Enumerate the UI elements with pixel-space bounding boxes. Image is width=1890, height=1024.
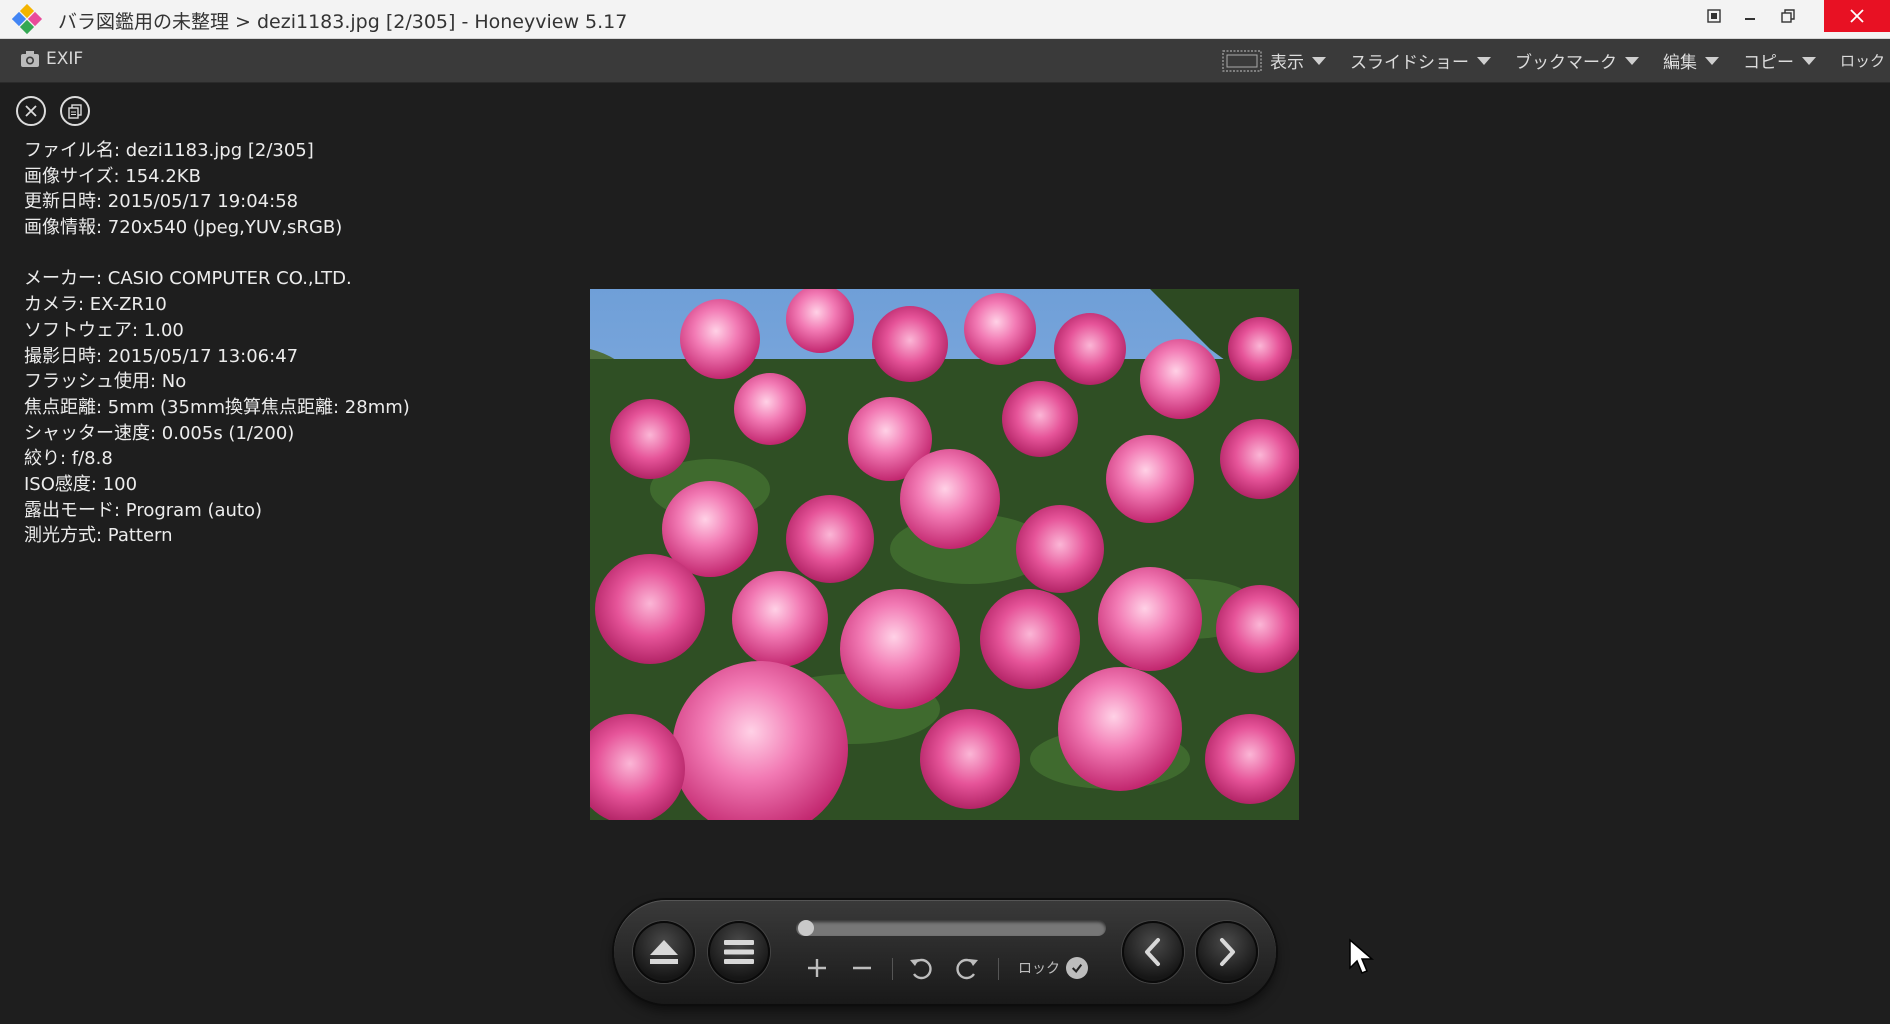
controller-lock-label: ロック bbox=[1018, 961, 1060, 977]
separator bbox=[892, 958, 893, 980]
menu-button[interactable] bbox=[708, 921, 770, 983]
exif-row-filesize: 画像サイズ: 154.2KB bbox=[24, 165, 201, 187]
exif-panel-actions bbox=[16, 96, 90, 126]
copy-exif-button[interactable] bbox=[60, 96, 90, 126]
honeyview-logo-icon bbox=[12, 4, 43, 35]
displayed-photo[interactable] bbox=[590, 289, 1299, 820]
exif-row-image-info: 画像情報: 720x540 (Jpeg,YUV,sRGB) bbox=[24, 217, 343, 239]
exif-row-camera: カメラ: EX-ZR10 bbox=[24, 294, 167, 316]
copy-icon bbox=[68, 104, 82, 119]
menu-edit-label: 編集 bbox=[1663, 53, 1697, 73]
close-window-button[interactable] bbox=[1824, 0, 1890, 32]
minimize-icon bbox=[1745, 18, 1755, 20]
rose-photo-image bbox=[590, 289, 1299, 820]
seek-handle[interactable] bbox=[798, 920, 814, 936]
exif-row-metering: 測光方式: Pattern bbox=[24, 525, 173, 547]
menu-slideshow[interactable]: スライドショー bbox=[1350, 48, 1491, 73]
exif-row-filename: ファイル名: dezi1183.jpg [2/305] bbox=[24, 140, 314, 161]
exif-row-exposure-mode: 露出モード: Program (auto) bbox=[24, 499, 263, 521]
chevron-down-icon bbox=[1312, 56, 1326, 65]
close-icon bbox=[25, 105, 37, 117]
check-icon bbox=[1066, 957, 1088, 979]
window-title: バラ図鑑用の未整理 > dezi1183.jpg [2/305] - Honey… bbox=[58, 11, 628, 33]
exif-row-shutter: シャッター速度: 0.005s (1/200) bbox=[24, 422, 295, 444]
chevron-left-icon bbox=[1145, 938, 1160, 966]
title-bar: バラ図鑑用の未整理 > dezi1183.jpg [2/305] - Honey… bbox=[0, 0, 1890, 39]
eject-icon bbox=[650, 940, 678, 964]
exif-row-software: ソフトウェア: 1.00 bbox=[24, 319, 184, 341]
plus-icon bbox=[808, 959, 826, 977]
exif-label: EXIF bbox=[46, 49, 84, 69]
zoom-in-button[interactable] bbox=[802, 953, 832, 983]
menu-slideshow-label: スライドショー bbox=[1350, 53, 1469, 73]
exif-row-spacer bbox=[24, 241, 410, 267]
exif-row-focal-length: 焦点距離: 5mm (35mm換算焦点距離: 28mm) bbox=[24, 396, 410, 418]
restore-icon bbox=[1781, 9, 1795, 23]
zoom-out-button[interactable] bbox=[847, 953, 877, 983]
menu-view[interactable]: 表示 bbox=[1222, 48, 1326, 73]
hamburger-menu-icon bbox=[724, 940, 754, 964]
chevron-down-icon bbox=[1705, 56, 1719, 65]
menu-bookmark[interactable]: ブックマーク bbox=[1515, 48, 1639, 73]
seek-bar[interactable] bbox=[796, 920, 1106, 936]
fullscreen-frame-icon bbox=[1222, 49, 1262, 72]
menu-copy[interactable]: コピー bbox=[1743, 48, 1816, 73]
close-icon bbox=[1850, 9, 1864, 23]
eject-button[interactable] bbox=[633, 921, 695, 983]
exif-row-iso: ISO感度: 100 bbox=[24, 473, 138, 495]
menu-bookmark-label: ブックマーク bbox=[1515, 53, 1617, 73]
exif-row-modified: 更新日時: 2015/05/17 19:04:58 bbox=[24, 191, 299, 213]
exif-info-list: ファイル名: dezi1183.jpg [2/305] 画像サイズ: 154.2… bbox=[24, 138, 410, 549]
rotate-left-button[interactable] bbox=[906, 953, 936, 983]
lock-label: ロック bbox=[1840, 52, 1886, 70]
chevron-down-icon bbox=[1802, 56, 1816, 65]
next-image-button[interactable] bbox=[1196, 921, 1258, 983]
previous-image-button[interactable] bbox=[1122, 921, 1184, 983]
chevron-down-icon bbox=[1625, 56, 1639, 65]
menu-view-label: 表示 bbox=[1270, 53, 1304, 73]
camera-icon bbox=[21, 51, 39, 67]
separator bbox=[998, 958, 999, 980]
rotate-left-icon bbox=[910, 958, 932, 980]
mouse-cursor-icon bbox=[1349, 938, 1374, 974]
exif-row-flash: フラッシュ使用: No bbox=[24, 371, 187, 393]
toolbar-menu: 表示 スライドショー ブックマーク 編集 コピー ロック bbox=[1222, 39, 1890, 82]
chevron-down-icon bbox=[1477, 56, 1491, 65]
playback-controller: ロック bbox=[614, 900, 1276, 1004]
toolbar: EXIF 表示 スライドショー ブックマーク 編集 コピー ロック bbox=[0, 39, 1890, 83]
controller-lock-toggle[interactable]: ロック bbox=[1018, 953, 1088, 983]
menu-copy-label: コピー bbox=[1743, 53, 1794, 73]
restore-button[interactable] bbox=[1762, 0, 1814, 32]
exif-toggle-button[interactable]: EXIF bbox=[20, 49, 83, 69]
compact-mode-icon bbox=[1707, 9, 1721, 23]
minus-icon bbox=[853, 966, 871, 970]
rotate-right-icon bbox=[956, 958, 978, 980]
chevron-right-icon bbox=[1220, 938, 1235, 966]
exif-row-aperture: 絞り: f/8.8 bbox=[24, 448, 113, 470]
exif-row-shot-date: 撮影日時: 2015/05/17 13:06:47 bbox=[24, 345, 299, 367]
close-exif-button[interactable] bbox=[16, 96, 46, 126]
exif-row-maker: メーカー: CASIO COMPUTER CO.,LTD. bbox=[24, 268, 352, 290]
lock-toggle[interactable]: ロック bbox=[1840, 49, 1890, 73]
rotate-right-button[interactable] bbox=[952, 953, 982, 983]
menu-edit[interactable]: 編集 bbox=[1663, 48, 1719, 73]
